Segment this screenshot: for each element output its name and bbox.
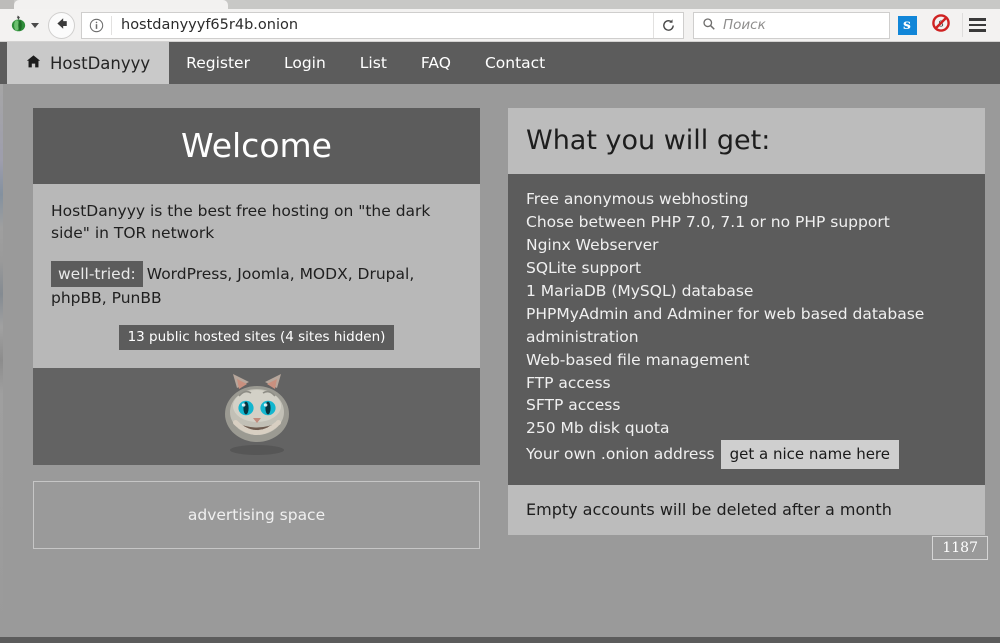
get-nice-name-button[interactable]: get a nice name here <box>721 440 899 468</box>
cheshire-cat-image <box>209 372 305 462</box>
search-icon <box>702 16 716 35</box>
extension-s-button[interactable]: s <box>890 16 924 35</box>
search-input[interactable]: Поиск <box>716 17 766 33</box>
browser-chrome: hostdanyyyf65r4b.onion Поиск s <box>0 0 1000 42</box>
nav-item-login[interactable]: Login <box>267 42 343 84</box>
browser-menu-button[interactable] <box>962 13 992 37</box>
hamburger-menu-icon <box>969 18 986 21</box>
nav-item-label: List <box>360 54 387 72</box>
hamburger-menu-icon <box>969 24 986 27</box>
nav-brand-hostdanyyy[interactable]: HostDanyyy <box>7 42 169 84</box>
site-navbar: HostDanyyy Register Login List FAQ Conta… <box>0 42 1000 84</box>
background-window-sliver <box>0 84 3 637</box>
search-bar[interactable]: Поиск <box>693 12 890 39</box>
nav-item-register[interactable]: Register <box>169 42 267 84</box>
nav-item-label: FAQ <box>421 54 451 72</box>
url-bar[interactable]: hostdanyyyf65r4b.onion <box>81 12 684 39</box>
back-button[interactable] <box>48 12 75 39</box>
nav-item-label: Contact <box>485 54 545 72</box>
noscript-icon: S <box>931 13 951 37</box>
browser-tab-active[interactable] <box>14 0 228 9</box>
url-text[interactable]: hostdanyyyf65r4b.onion <box>112 17 653 33</box>
site-info-icon[interactable] <box>82 16 112 35</box>
browser-toolbar: hostdanyyyf65r4b.onion Поиск s <box>0 9 1000 42</box>
back-arrow-icon <box>54 16 69 35</box>
tab-strip <box>0 0 1000 9</box>
left-column: Welcome HostDanyyy is the best free host… <box>33 108 480 549</box>
tor-onion-button[interactable] <box>6 14 44 37</box>
well-tried-row: well-tried:WordPress, Joomla, MODX, Drup… <box>51 261 462 310</box>
welcome-panel: Welcome HostDanyyy is the best free host… <box>33 108 480 368</box>
tab-strip-empty-area <box>228 0 1000 9</box>
tab-strip-left-edge <box>0 0 14 9</box>
feature-item: Web-based file management <box>526 349 967 372</box>
chevron-down-icon <box>31 23 39 28</box>
nav-item-contact[interactable]: Contact <box>468 42 562 84</box>
right-column: What you will get: Free anonymous webhos… <box>508 108 985 549</box>
hamburger-menu-icon <box>969 29 986 32</box>
advertising-space-label: advertising space <box>188 506 325 524</box>
site-footer: hostdanyyyf65r4b.onion <box>0 637 1000 643</box>
page-body: Welcome HostDanyyy is the best free host… <box>0 84 1000 637</box>
visitor-counter: 1187 <box>932 536 988 560</box>
nav-brand-label: HostDanyyy <box>50 54 150 73</box>
feature-item: PHPMyAdmin and Adminer for web based dat… <box>526 303 967 349</box>
nav-item-label: Register <box>186 54 250 72</box>
advertising-space-box[interactable]: advertising space <box>33 481 480 549</box>
feature-item: SFTP access <box>526 394 967 417</box>
feature-item: 1 MariaDB (MySQL) database <box>526 280 967 303</box>
hosted-sites-badge-row: 13 public hosted sites (4 sites hidden) <box>51 325 462 351</box>
nav-item-faq[interactable]: FAQ <box>404 42 468 84</box>
feature-item-onion: Your own .onion address get a nice name h… <box>526 440 967 468</box>
features-panel-body: Free anonymous webhosting Chose between … <box>508 174 985 485</box>
nav-item-label: Login <box>284 54 326 72</box>
nav-item-list[interactable]: List <box>343 42 404 84</box>
page-content: Welcome HostDanyyy is the best free host… <box>0 84 1000 549</box>
features-panel: What you will get: Free anonymous webhos… <box>508 108 985 535</box>
tor-onion-icon <box>9 14 28 37</box>
well-tried-label: well-tried: <box>51 261 143 287</box>
welcome-intro-text: HostDanyyy is the best free hosting on "… <box>51 200 462 245</box>
features-panel-footer-note: Empty accounts will be deleted after a m… <box>508 485 985 535</box>
feature-item: Chose between PHP 7.0, 7.1 or no PHP sup… <box>526 211 967 234</box>
cheshire-cat-banner <box>33 368 480 465</box>
extension-s-icon: s <box>898 16 917 35</box>
onion-address-label: Your own .onion address <box>526 445 715 463</box>
welcome-panel-body: HostDanyyy is the best free hosting on "… <box>33 184 480 368</box>
features-panel-title: What you will get: <box>508 108 985 174</box>
reload-button[interactable] <box>653 13 683 38</box>
noscript-button[interactable]: S <box>924 13 958 37</box>
feature-item: Free anonymous webhosting <box>526 188 967 211</box>
feature-item: Nginx Webserver <box>526 234 967 257</box>
feature-item: SQLite support <box>526 257 967 280</box>
hosted-sites-badge[interactable]: 13 public hosted sites (4 sites hidden) <box>119 325 395 351</box>
feature-item: FTP access <box>526 372 967 395</box>
home-icon <box>26 54 41 73</box>
welcome-panel-title: Welcome <box>33 108 480 184</box>
feature-item: 250 Mb disk quota <box>526 417 967 440</box>
